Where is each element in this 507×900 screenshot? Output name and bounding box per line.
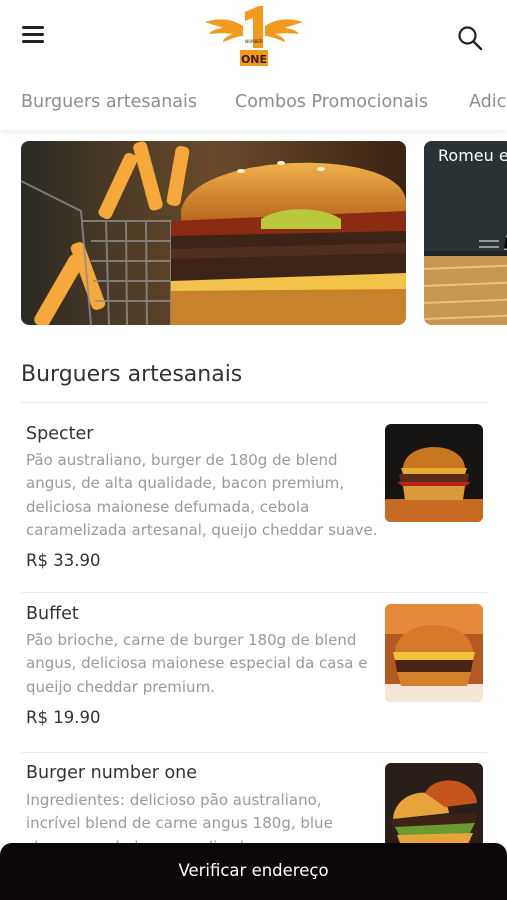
promo-banner-2[interactable]: Romeu e [424, 141, 507, 325]
app-header: NUMBER ONE [0, 0, 507, 75]
item-price: R$ 19.90 [26, 708, 101, 727]
tab-combos-promocionais[interactable]: Combos Promocionais [235, 92, 428, 112]
menu-item-buffet[interactable]: Buffet Pão brioche, carne de burger 180g… [0, 592, 507, 752]
board-banner-image [424, 141, 507, 325]
menu-button[interactable] [22, 26, 48, 46]
section-title: Burguers artesanais [21, 362, 243, 387]
verify-address-button[interactable]: Verificar endereço [0, 843, 507, 900]
item-description: Pão brioche, carne de burger 180g de ble… [26, 631, 368, 696]
menu-item-specter[interactable]: Specter Pão australiano, burger de 180g … [0, 402, 507, 592]
tab-burguers-artesanais[interactable]: Burguers artesanais [21, 92, 197, 112]
logo-line1: NUMBER [245, 39, 263, 44]
banner-label: Romeu e [438, 146, 507, 165]
item-description: Pão australiano, burger de 180g de blend… [26, 451, 378, 539]
burger-banner-image [21, 141, 406, 325]
item-name: Burger number one [26, 763, 198, 783]
logo-icon: NUMBER ONE [205, 6, 303, 66]
burger-photo [385, 424, 483, 522]
item-name: Specter [26, 424, 94, 444]
search-button[interactable] [456, 24, 484, 52]
search-icon [458, 26, 483, 51]
item-name: Buffet [26, 604, 79, 624]
category-tabs: Burguers artesanais Combos Promocionais … [0, 75, 507, 130]
burger-photo [385, 604, 483, 702]
item-image [385, 424, 483, 522]
logo-line2: ONE [241, 53, 267, 66]
verify-address-label: Verificar endereço [178, 861, 329, 880]
promo-banner[interactable] [21, 141, 406, 325]
hamburger-icon [22, 26, 44, 29]
item-image [385, 604, 483, 702]
tab-adicionais[interactable]: Adic [469, 92, 506, 112]
item-price: R$ 33.90 [26, 551, 101, 570]
